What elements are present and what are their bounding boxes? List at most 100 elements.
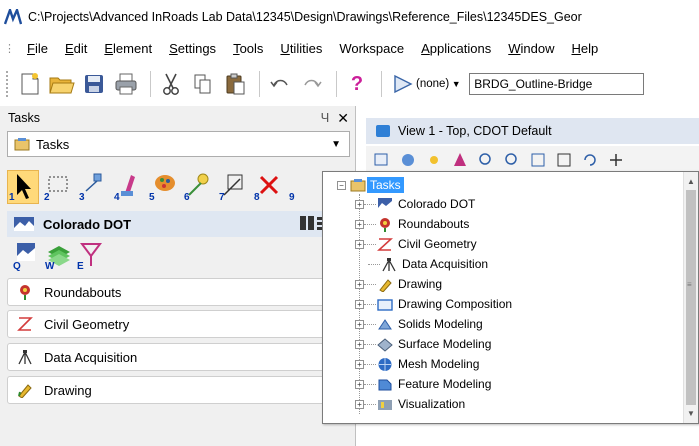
survey-tripod-icon xyxy=(382,257,396,271)
expand-icon[interactable]: + xyxy=(355,399,364,409)
help-question-icon: ? xyxy=(350,72,364,95)
new-file-button[interactable] xyxy=(16,70,44,98)
expand-icon[interactable]: + xyxy=(355,359,364,369)
brightness-icon[interactable] xyxy=(426,152,442,168)
scroll-down-arrow-icon[interactable]: ▼ xyxy=(687,409,695,418)
zoom-out-icon[interactable] xyxy=(504,152,520,168)
tree-item-label: Surface Modeling xyxy=(398,337,492,351)
data-acquisition-section[interactable]: Data Acquisition xyxy=(7,343,350,371)
expand-icon[interactable]: + xyxy=(355,239,364,249)
paste-button[interactable] xyxy=(221,70,249,98)
rotate-view-icon[interactable] xyxy=(582,152,598,168)
icon-view-grid-icon[interactable] xyxy=(300,216,314,230)
menu-utilities[interactable]: Utilities xyxy=(280,41,322,56)
tree-item-civil-geometry[interactable]: + Civil Geometry xyxy=(355,234,477,254)
active-level-picker[interactable]: (none) ▼ xyxy=(392,72,463,96)
visualization-icon xyxy=(378,399,392,410)
menu-window[interactable]: Window xyxy=(508,41,554,56)
more-tools[interactable]: 9 xyxy=(287,170,319,204)
tree-item-label: Colorado DOT xyxy=(398,197,476,211)
view-attributes-icon[interactable] xyxy=(374,152,390,168)
tree-item-feature-modeling[interactable]: + Feature Modeling xyxy=(355,374,491,394)
chevron-down-icon[interactable]: ▼ xyxy=(449,74,463,94)
undo-icon xyxy=(270,79,288,88)
fit-view-icon[interactable] xyxy=(556,152,572,168)
measure-tool[interactable]: 6 xyxy=(182,170,214,204)
undo-button[interactable] xyxy=(266,70,294,98)
open-file-button[interactable] xyxy=(48,70,76,98)
tree-item-drawing[interactable]: + Drawing xyxy=(355,274,442,294)
expand-icon[interactable]: + xyxy=(355,379,364,389)
print-button[interactable] xyxy=(112,70,140,98)
tree-item-drawing-composition[interactable]: + Drawing Composition xyxy=(355,294,512,314)
tree-item-solids-modeling[interactable]: + Solids Modeling xyxy=(355,314,483,334)
view-toolbar xyxy=(366,146,699,174)
zoom-in-icon[interactable] xyxy=(478,152,494,168)
expand-icon[interactable]: + xyxy=(355,219,364,229)
menu-help[interactable]: Help xyxy=(571,41,598,56)
copy-button[interactable] xyxy=(189,70,217,98)
view-title-bar[interactable]: View 1 - Top, CDOT Default xyxy=(366,118,699,144)
tree-item-surface-modeling[interactable]: + Surface Modeling xyxy=(355,334,491,354)
pin-icon[interactable]: Ч xyxy=(321,110,330,127)
level-triangle-icon xyxy=(392,74,414,94)
expand-icon[interactable]: + xyxy=(355,299,364,309)
colorado-dot-section-header[interactable]: Colorado DOT xyxy=(7,211,350,237)
delete-tool[interactable]: 8 xyxy=(252,170,284,204)
window-area-icon[interactable] xyxy=(530,152,546,168)
expand-icon[interactable]: + xyxy=(355,319,364,329)
scroll-up-arrow-icon[interactable]: ▲ xyxy=(687,177,695,186)
cdot-tool-e[interactable]: E xyxy=(76,240,106,272)
collapse-icon[interactable]: − xyxy=(337,180,346,190)
redo-button[interactable] xyxy=(298,70,326,98)
pan-view-icon[interactable] xyxy=(608,152,624,168)
civil-geometry-icon xyxy=(377,237,393,251)
drawing-section[interactable]: Drawing ▼ xyxy=(7,376,350,404)
menu-tools[interactable]: Tools xyxy=(233,41,263,56)
expand-icon[interactable]: + xyxy=(355,279,364,289)
tree-item-visualization[interactable]: + Visualization xyxy=(355,394,465,414)
attributes-tool[interactable]: 5 xyxy=(147,170,179,204)
fence-tool[interactable]: 2 xyxy=(42,170,74,204)
measure-view-icon[interactable] xyxy=(452,152,468,168)
menu-element[interactable]: Element xyxy=(104,41,152,56)
tree-item-roundabouts[interactable]: + Roundabouts xyxy=(355,214,469,234)
scroll-thumb[interactable] xyxy=(686,190,696,405)
tree-item-mesh-modeling[interactable]: + Mesh Modeling xyxy=(355,354,479,374)
help-button[interactable]: ? xyxy=(343,70,371,98)
tree-root-tasks[interactable]: − Tasks xyxy=(337,177,404,193)
menu-file[interactable]: File xyxy=(27,41,48,56)
element-selection-tool[interactable]: 1 xyxy=(7,170,39,204)
expand-icon[interactable]: + xyxy=(355,199,364,209)
menu-edit[interactable]: Edit xyxy=(65,41,87,56)
toolbar-grip-icon[interactable] xyxy=(6,71,10,97)
display-style-icon[interactable] xyxy=(400,152,416,168)
toolbar-separator xyxy=(150,71,151,97)
toolbar-separator xyxy=(381,71,382,97)
tasks-tree-popup: − Tasks + Colorado DOT + Roundabouts + C… xyxy=(322,171,699,424)
roundabouts-section[interactable]: Roundabouts xyxy=(7,278,350,306)
tasks-combo[interactable]: Tasks ▼ xyxy=(7,131,350,157)
tree-item-label: Mesh Modeling xyxy=(398,357,480,371)
menu-workspace[interactable]: Workspace xyxy=(339,41,404,56)
tree-item-data-acquisition[interactable]: Data Acquisition xyxy=(368,254,488,274)
tree-scrollbar[interactable]: ▲ ≡ ▼ xyxy=(683,172,698,423)
view-window-icon xyxy=(376,125,390,137)
tree-item-colorado-dot[interactable]: + Colorado DOT xyxy=(355,194,475,214)
level-combo[interactable]: BRDG_Outline-Bridge xyxy=(469,73,645,95)
close-icon[interactable]: ✕ xyxy=(337,110,349,127)
chevron-down-icon[interactable]: ▼ xyxy=(331,139,341,150)
menu-settings[interactable]: Settings xyxy=(169,41,216,56)
save-button[interactable] xyxy=(80,70,108,98)
transform-tool[interactable]: 7 xyxy=(217,170,249,204)
civil-geometry-section[interactable]: Civil Geometry xyxy=(7,310,350,338)
drawing-tool[interactable]: 4 xyxy=(112,170,144,204)
expand-icon[interactable]: + xyxy=(355,339,364,349)
menu-applications[interactable]: Applications xyxy=(421,41,491,56)
title-bar: C:\Projects\Advanced InRoads Lab Data\12… xyxy=(0,0,699,34)
cdot-tool-w[interactable]: W xyxy=(44,240,74,272)
connect-tool[interactable]: 3 xyxy=(77,170,109,204)
feature-modeling-icon xyxy=(378,379,392,390)
cdot-tool-q[interactable]: Q xyxy=(12,240,42,272)
cut-button[interactable] xyxy=(157,70,185,98)
